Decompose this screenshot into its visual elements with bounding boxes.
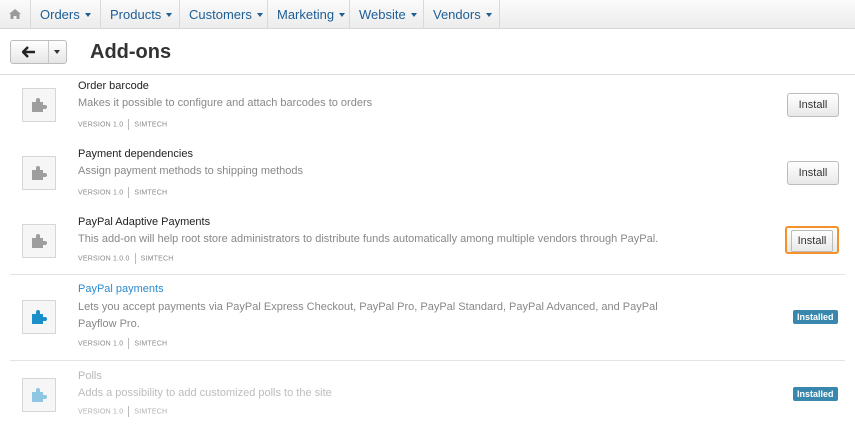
puzzle-icon [32, 98, 47, 112]
divider [128, 187, 130, 198]
nav-products[interactable]: Products [100, 0, 179, 29]
home-link[interactable] [0, 0, 30, 29]
addon-name[interactable]: Polls [78, 370, 102, 382]
addon-row: Payment dependencies Assign payment meth… [10, 144, 845, 208]
nav-customers-label: Customers [189, 7, 252, 22]
divider [128, 406, 130, 417]
chevron-down-icon [410, 13, 417, 17]
divider [128, 119, 130, 130]
nav-vendors[interactable]: Vendors [423, 0, 500, 29]
nav-customers[interactable]: Customers [179, 0, 267, 29]
addon-row: PayPal Adaptive Payments This add-on wil… [10, 212, 845, 275]
puzzle-icon [32, 234, 47, 248]
addon-description: Makes it possible to configure and attac… [78, 97, 373, 109]
nav-products-label: Products [110, 7, 162, 22]
arrow-left-icon [22, 46, 35, 58]
addon-vendor: SIMTECH [134, 340, 168, 348]
addon-icon [22, 378, 56, 412]
addon-meta: VERSION 1.0.0 SIMTECH [78, 253, 174, 264]
chevron-down-icon [54, 50, 60, 54]
puzzle-icon [32, 310, 47, 324]
addon-vendor: SIMTECH [134, 121, 168, 129]
install-button-focused[interactable]: Install [785, 226, 839, 254]
install-button[interactable]: Install [787, 161, 839, 185]
addon-vendor: SIMTECH [134, 408, 168, 416]
addon-description: Assign payment methods to shipping metho… [78, 165, 304, 177]
addon-version: VERSION 1.0 [78, 121, 124, 129]
top-navigation: Orders Products Customers Marketing Webs… [0, 0, 855, 29]
addon-name: Payment dependencies [78, 148, 193, 160]
addon-name-link[interactable]: PayPal payments [78, 283, 164, 295]
addon-description: Adds a possibility to add customized pol… [78, 387, 332, 399]
nav-website-label: Website [359, 7, 406, 22]
nav-vendors-label: Vendors [433, 7, 481, 22]
addon-meta: VERSION 1.0 SIMTECH [78, 187, 167, 198]
addon-version: VERSION 1.0 [78, 408, 124, 416]
nav-marketing-label: Marketing [277, 7, 335, 22]
divider [134, 253, 136, 264]
addon-vendor: SIMTECH [140, 255, 174, 263]
addon-icon [22, 224, 56, 258]
addon-meta: VERSION 1.0 SIMTECH [78, 338, 167, 349]
addon-meta: VERSION 1.0 SIMTECH [78, 406, 167, 417]
nav-marketing[interactable]: Marketing [267, 0, 349, 29]
nav-orders[interactable]: Orders [30, 0, 100, 29]
addon-name: Order barcode [78, 80, 149, 92]
chevron-down-icon [339, 13, 346, 17]
divider [128, 338, 130, 349]
addon-description: This add-on will help root store adminis… [78, 233, 659, 245]
addon-description: Lets you accept payments via PayPal Expr… [78, 301, 658, 330]
page-title: Add-ons [90, 41, 172, 63]
back-button-group [10, 40, 67, 64]
status-badge: Installed [793, 310, 838, 324]
chevron-down-icon [256, 13, 263, 17]
addon-icon [22, 300, 56, 334]
addon-row: PayPal payments Lets you accept payments… [10, 275, 845, 361]
install-button[interactable]: Install [787, 93, 839, 117]
addon-row: Polls Adds a possibility to add customiz… [10, 361, 845, 425]
home-icon [9, 9, 21, 19]
puzzle-icon [32, 166, 47, 180]
addon-version: VERSION 1.0.0 [78, 255, 130, 263]
chevron-down-icon [84, 13, 91, 17]
chevron-down-icon [485, 13, 492, 17]
nav-orders-label: Orders [40, 7, 80, 22]
addon-version: VERSION 1.0 [78, 189, 124, 197]
nav-website[interactable]: Website [349, 0, 423, 29]
addon-meta: VERSION 1.0 SIMTECH [78, 119, 167, 130]
addon-row: Order barcode Makes it possible to confi… [10, 76, 845, 140]
addon-version: VERSION 1.0 [78, 340, 124, 348]
chevron-down-icon [166, 13, 173, 17]
back-button[interactable] [11, 41, 49, 63]
addon-name: PayPal Adaptive Payments [78, 216, 211, 228]
back-dropdown-button[interactable] [49, 41, 66, 63]
install-button-label: Install [790, 230, 834, 252]
addon-vendor: SIMTECH [134, 189, 168, 197]
puzzle-icon [32, 388, 47, 402]
status-badge: Installed [793, 387, 838, 401]
addon-icon [22, 156, 56, 190]
addon-icon [22, 88, 56, 122]
